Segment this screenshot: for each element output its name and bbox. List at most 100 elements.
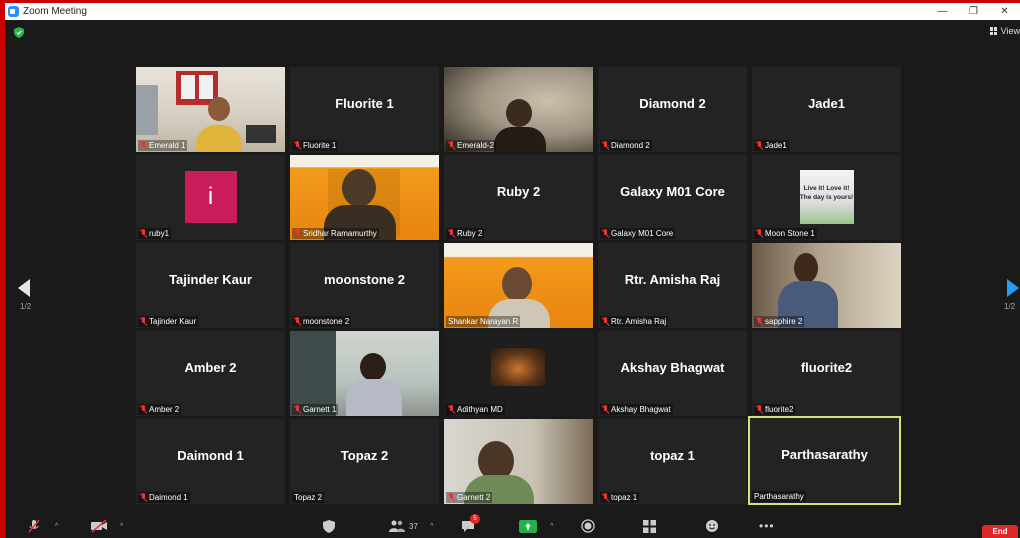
participant-name: Emerald 1 [138,140,188,151]
next-page-arrow-icon[interactable] [1007,279,1019,297]
participant-tile[interactable]: Akshay Bhagwat Akshay Bhagwat [598,331,747,416]
participants-count: 37 [409,521,418,531]
meeting-toolbar: ^ ^ 37 ^ 5 ^ ••• End [5,514,1020,538]
muted-mic-icon [602,493,609,502]
window-controls: — ❐ ✕ [927,3,1020,20]
participant-name: Jade1 [754,140,789,151]
participant-tile[interactable]: Adithyan MD [444,331,593,416]
participant-tile[interactable]: Emerald-2 [444,67,593,152]
record-button[interactable] [581,518,595,534]
participant-display-name: Amber 2 [184,360,237,375]
participant-name: Akshay Bhagwat [600,404,673,415]
previous-page-arrow-icon[interactable] [18,279,30,297]
participants-icon [389,520,405,532]
participant-avatar: i [184,171,237,223]
participant-display-name: Rtr. Amisha Raj [624,272,721,287]
participant-tile[interactable]: Fluorite 1 Fluorite 1 [290,67,439,152]
muted-mic-icon [448,141,455,150]
chat-unread-badge: 5 [470,514,480,524]
muted-mic-icon [602,141,609,150]
share-screen-button[interactable] [519,518,537,534]
participant-display-name: Tajinder Kaur [169,272,252,287]
window-title: Zoom Meeting [23,6,87,17]
security-button[interactable] [323,518,335,534]
participant-tile[interactable]: Jade1 Jade1 [752,67,901,152]
reactions-button[interactable] [705,518,719,534]
participant-display-name: Topaz 2 [340,448,389,463]
participant-display-name: Daimond 1 [177,448,244,463]
view-button[interactable]: View [989,26,1020,36]
reactions-smiley-icon [706,520,718,532]
participant-name: Parthasarathy [752,491,806,502]
participant-name: Fluorite 1 [292,140,339,151]
participant-display-name: Galaxy M01 Core [620,184,725,199]
page-indicator-right: 1/2 [1004,302,1016,311]
muted-mic-icon [140,317,147,326]
participant-tile[interactable]: Ruby 2 Ruby 2 [444,155,593,240]
stop-video-button[interactable] [90,518,108,534]
participant-name: Garnett 1 [292,404,339,415]
participant-tile[interactable]: Live it! Love it! The day is yours! Moon… [752,155,901,240]
participant-tile[interactable]: Galaxy M01 Core Galaxy M01 Core [598,155,747,240]
participant-name: Sridhar Ramamurthy [292,228,379,239]
participant-name: Rtr. Amisha Raj [600,316,669,327]
participant-tile[interactable]: Topaz 2 Topaz 2 [290,419,439,504]
participant-name: Topaz 2 [292,492,325,503]
participant-tile[interactable]: sapphire 2 [752,243,901,328]
active-speaker-tile[interactable]: Parthasarathy Parthasarathy [748,416,901,505]
participant-display-name: moonstone 2 [324,272,405,287]
breakout-rooms-button[interactable] [643,518,656,534]
participant-name: Tajinder Kaur [138,316,199,327]
participants-button[interactable]: 37 [389,518,418,534]
participant-tile[interactable]: Tajinder Kaur Tajinder Kaur [136,243,285,328]
muted-mic-icon [448,405,455,414]
participants-options-caret[interactable]: ^ [430,518,433,534]
participant-tile[interactable]: Garnett 2 [444,419,593,504]
share-options-caret[interactable]: ^ [550,518,553,534]
participant-name: Galaxy M01 Core [600,228,676,239]
participant-tile[interactable]: Diamond 2 Diamond 2 [598,67,747,152]
page-indicator-left: 1/2 [20,302,32,311]
participant-name: Daimond 1 [138,492,190,503]
participant-tile[interactable]: Rtr. Amisha Raj Rtr. Amisha Raj [598,243,747,328]
mute-button[interactable] [27,518,41,534]
participant-tile[interactable]: moonstone 2 moonstone 2 [290,243,439,328]
end-meeting-button[interactable]: End [982,525,1018,538]
participant-tile[interactable]: Amber 2 Amber 2 [136,331,285,416]
participant-display-name: topaz 1 [650,448,695,463]
zoom-window: Zoom Meeting — ❐ ✕ View 1/2 1/2 Emerald … [5,3,1020,538]
muted-mic-icon [294,405,301,414]
participant-name: Garnett 2 [446,492,493,503]
participant-display-name: Jade1 [808,96,845,111]
video-options-caret[interactable]: ^ [120,518,123,534]
participant-tile[interactable]: Garnett 1 [290,331,439,416]
muted-mic-icon [140,493,147,502]
participant-tile[interactable]: fluorite2 fluorite2 [752,331,901,416]
muted-mic-icon [140,405,147,414]
encryption-shield-icon[interactable] [14,27,24,38]
participant-tile[interactable]: Daimond 1 Daimond 1 [136,419,285,504]
muted-mic-icon [602,229,609,238]
minimize-button[interactable]: — [927,3,958,20]
participant-name: Amber 2 [138,404,182,415]
participant-tile[interactable]: topaz 1 topaz 1 [598,419,747,504]
muted-mic-icon [756,405,763,414]
participant-display-name: Fluorite 1 [335,96,394,111]
participant-tile[interactable]: Sridhar Ramamurthy [290,155,439,240]
participant-name: sapphire 2 [754,316,805,327]
audio-options-caret[interactable]: ^ [55,518,58,534]
muted-mic-icon [448,229,455,238]
participant-name: Shankar Narayan R [446,316,521,327]
restore-button[interactable]: ❐ [958,3,989,20]
muted-mic-icon [140,141,147,150]
more-options-icon[interactable]: ••• [759,518,775,534]
chat-button[interactable]: 5 [461,514,480,534]
participant-tile[interactable]: Emerald 1 [136,67,285,152]
participant-tile[interactable]: Shankar Narayan R [444,243,593,328]
close-button[interactable]: ✕ [989,3,1020,20]
participant-tile[interactable]: i ruby1 [136,155,285,240]
participant-avatar: Live it! Love it! The day is yours! [799,170,854,224]
muted-mic-icon [756,141,763,150]
breakout-rooms-icon [643,519,656,533]
participant-name: ruby1 [138,228,172,239]
